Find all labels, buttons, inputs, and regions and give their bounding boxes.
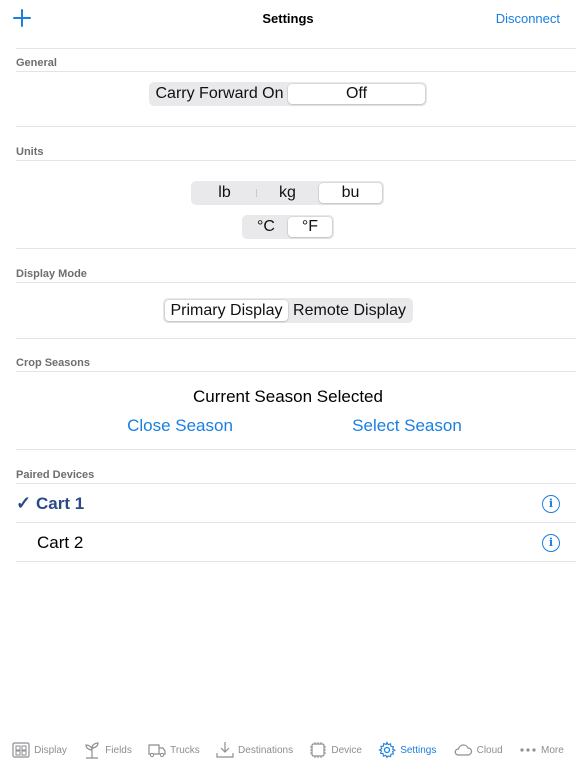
tab-label: Fields	[105, 744, 132, 756]
display-icon	[12, 742, 30, 758]
divider	[16, 282, 576, 283]
checkmark-icon: ✓	[16, 493, 32, 513]
download-tray-icon	[216, 742, 234, 758]
device-chip-icon	[310, 742, 327, 758]
device-row-cart-1[interactable]: ✓ Cart 1 i	[16, 484, 576, 523]
select-season-button[interactable]: Select Season	[333, 416, 481, 436]
segment-celsius[interactable]: °C	[244, 217, 288, 237]
segment-primary-display[interactable]: Primary Display	[165, 300, 288, 321]
page-title: Settings	[262, 11, 314, 26]
info-icon[interactable]: i	[542, 534, 560, 552]
tab-more[interactable]: More	[519, 741, 564, 759]
carry-forward-segmented-control: Carry Forward On Off	[149, 82, 427, 106]
divider	[16, 338, 576, 339]
tab-label: Device	[331, 744, 362, 756]
device-name: Cart 1	[36, 493, 85, 513]
disconnect-button[interactable]: Disconnect	[496, 11, 560, 26]
cloud-icon	[454, 744, 472, 756]
current-season-status: Current Season Selected	[193, 387, 383, 406]
tab-label: More	[541, 744, 564, 756]
tab-fields[interactable]: Fields	[83, 741, 132, 759]
tab-label: Settings	[400, 744, 437, 756]
device-name: Cart 2	[37, 532, 84, 552]
info-icon[interactable]: i	[542, 495, 560, 513]
divider	[16, 71, 576, 72]
segment-carry-forward-off[interactable]: Off	[288, 84, 425, 104]
divider	[16, 126, 576, 127]
section-header-paired-devices: Paired Devices	[16, 469, 95, 481]
navigation-bar: Settings Disconnect	[0, 0, 576, 38]
tab-display[interactable]: Display	[12, 741, 67, 759]
tab-device[interactable]: Device	[309, 741, 362, 759]
segment-carry-forward-on[interactable]: Carry Forward On	[151, 84, 288, 104]
tab-label: Destinations	[238, 744, 294, 756]
section-header-units: Units	[16, 146, 44, 158]
divider	[16, 48, 576, 49]
divider	[16, 449, 576, 450]
close-season-button[interactable]: Close Season	[110, 416, 250, 436]
temperature-unit-segmented-control: °C °F	[242, 215, 334, 239]
divider	[16, 160, 576, 161]
tab-destinations[interactable]: Destinations	[216, 741, 293, 759]
segment-remote-display[interactable]: Remote Display	[288, 300, 411, 321]
divider	[16, 561, 576, 562]
device-row-cart-2[interactable]: Cart 2 i	[16, 523, 576, 562]
display-mode-segmented-control: Primary Display Remote Display	[163, 298, 413, 323]
tab-cloud[interactable]: Cloud	[453, 741, 503, 759]
section-header-crop-seasons: Crop Seasons	[16, 357, 90, 369]
divider	[16, 248, 576, 249]
tab-label: Cloud	[476, 744, 503, 756]
segment-kg[interactable]: kg	[256, 183, 319, 203]
gear-icon	[378, 741, 397, 759]
tab-label: Trucks	[170, 744, 200, 756]
segment-lb[interactable]: lb	[193, 183, 256, 203]
tab-settings[interactable]: Settings	[378, 741, 436, 759]
truck-icon	[148, 744, 166, 758]
divider	[16, 371, 576, 372]
tab-bar: Display Fields Trucks Destinations Devic…	[0, 732, 576, 768]
more-dots-icon	[520, 748, 536, 752]
tab-label: Display	[34, 744, 67, 756]
weight-unit-segmented-control: lb kg bu	[191, 181, 384, 205]
section-header-general: General	[16, 57, 57, 69]
sprout-icon	[85, 742, 99, 759]
tab-trucks[interactable]: Trucks	[148, 741, 200, 759]
section-header-display-mode: Display Mode	[16, 268, 87, 280]
segment-fahrenheit[interactable]: °F	[288, 217, 332, 237]
segment-bu[interactable]: bu	[319, 183, 382, 203]
